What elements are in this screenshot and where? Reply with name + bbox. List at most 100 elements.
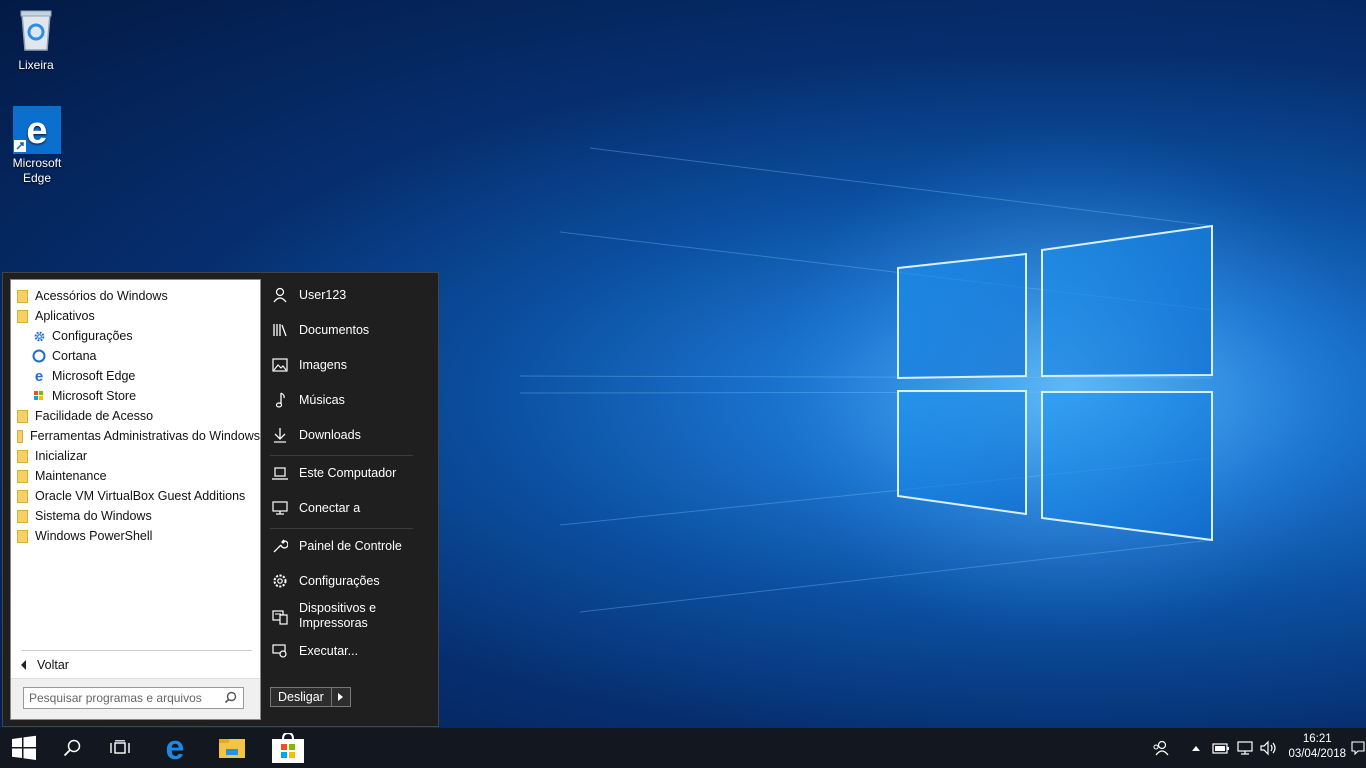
program-item-virtualbox[interactable]: Oracle VM VirtualBox Guest Additions (11, 486, 260, 506)
start-item-executar[interactable]: Executar... (270, 641, 420, 661)
music-icon (270, 390, 290, 410)
program-item-acessorios[interactable]: Acessórios do Windows (11, 286, 260, 306)
programs-panel: Acessórios do Windows Aplicativos Config… (10, 279, 261, 720)
back-arrow-icon (21, 660, 26, 670)
desktop-icon-edge[interactable]: e Microsoft Edge (2, 106, 72, 186)
folder-icon (17, 509, 28, 523)
back-button[interactable]: Voltar (21, 658, 69, 672)
search-area: Pesquisar programas e arquivos (11, 678, 260, 719)
shutdown-group: Desligar (270, 687, 351, 707)
start-item-dispositivos[interactable]: Dispositivos e Impressoras (270, 601, 420, 631)
program-item-cortana[interactable]: Cortana (11, 346, 260, 366)
shutdown-button[interactable]: Desligar (270, 687, 332, 707)
battery-icon (1212, 743, 1229, 754)
laptop-icon (270, 463, 290, 483)
download-icon (270, 425, 290, 445)
store-icon (272, 733, 304, 763)
desktop-icon-label: Lixeira (18, 58, 54, 72)
windows-logo-icon (12, 735, 36, 760)
folder-icon (17, 309, 28, 323)
desktop-icon-label: Microsoft Edge (12, 156, 62, 185)
store-icon (32, 389, 46, 403)
start-item-dispositivos-label: Dispositivos e Impressoras (299, 601, 377, 630)
clock-time: 16:21 (1302, 733, 1332, 745)
program-item-sistema[interactable]: Sistema do Windows (11, 506, 260, 526)
tray-battery-button[interactable] (1210, 728, 1232, 768)
search-input[interactable]: Pesquisar programas e arquivos (23, 687, 244, 709)
start-item-downloads[interactable]: Downloads (270, 425, 420, 445)
start-menu: Acessórios do Windows Aplicativos Config… (2, 272, 439, 727)
folder-icon (17, 449, 28, 463)
action-center-button[interactable] (1350, 728, 1366, 768)
network-icon (1237, 741, 1253, 755)
divider (270, 528, 413, 529)
recycle-bin-icon (1, 8, 71, 56)
program-item-store[interactable]: Microsoft Store (11, 386, 260, 406)
program-item-inicializar[interactable]: Inicializar (11, 446, 260, 466)
chevron-right-icon (338, 693, 344, 701)
gear-icon (270, 571, 290, 591)
start-item-conectar[interactable]: Conectar a (270, 498, 420, 518)
cortana-icon (32, 349, 46, 363)
shutdown-options-button[interactable] (331, 687, 351, 707)
books-icon (270, 320, 290, 340)
divider (21, 650, 252, 651)
program-item-maintenance[interactable]: Maintenance (11, 466, 260, 486)
folder-icon (17, 289, 28, 303)
clock[interactable]: 16:21 03/04/2018 (1288, 732, 1346, 762)
desktop-icon-recycle-bin[interactable]: Lixeira (1, 8, 71, 73)
start-item-musicas[interactable]: Músicas (270, 390, 420, 410)
search-icon (63, 739, 81, 757)
wrench-icon (270, 536, 290, 556)
volume-icon (1260, 740, 1276, 756)
tray-volume-button[interactable] (1258, 728, 1280, 768)
program-item-edge[interactable]: e Microsoft Edge (11, 366, 260, 386)
task-view-icon (110, 740, 130, 754)
printer-icon (270, 607, 290, 627)
start-item-este-computador[interactable]: Este Computador (270, 463, 420, 483)
edge-icon: e (32, 369, 46, 383)
program-item-facilidade[interactable]: Facilidade de Acesso (11, 406, 260, 426)
people-icon (1153, 740, 1169, 756)
taskbar-file-explorer-button[interactable] (208, 728, 256, 768)
notification-icon (1351, 741, 1365, 755)
program-item-aplicativos[interactable]: Aplicativos (11, 306, 260, 326)
taskbar-store-button[interactable] (264, 728, 312, 768)
run-icon (270, 641, 290, 661)
start-item-configuracoes[interactable]: Configurações (270, 571, 420, 591)
image-icon (270, 355, 290, 375)
file-explorer-icon (219, 739, 245, 758)
task-view-button[interactable] (96, 728, 144, 768)
people-button[interactable] (1148, 728, 1174, 768)
edge-icon: e (13, 106, 61, 154)
gear-icon (32, 329, 46, 343)
folder-icon (17, 429, 24, 443)
svg-text:e: e (35, 369, 43, 383)
taskbar-search-button[interactable] (48, 728, 96, 768)
programs-list: Acessórios do Windows Aplicativos Config… (11, 286, 260, 546)
chevron-up-icon (1192, 746, 1200, 751)
folder-icon (17, 409, 28, 423)
divider (270, 455, 413, 456)
folder-icon (17, 529, 28, 543)
edge-icon: e (166, 733, 185, 763)
folder-icon (17, 469, 28, 483)
folder-icon (17, 489, 28, 503)
program-item-powershell[interactable]: Windows PowerShell (11, 526, 260, 546)
start-button[interactable] (0, 728, 48, 768)
show-hidden-icons-button[interactable] (1186, 728, 1206, 768)
program-item-configuracoes[interactable]: Configurações (11, 326, 260, 346)
clock-date: 03/04/2018 (1288, 748, 1346, 760)
svg-text:e: e (166, 733, 185, 763)
search-icon (224, 691, 237, 707)
start-item-documentos[interactable]: Documentos (270, 320, 420, 340)
svg-text:e: e (26, 110, 47, 152)
start-item-user[interactable]: User123 (270, 285, 420, 305)
taskbar-edge-button[interactable]: e (151, 728, 199, 768)
start-item-painel-controle[interactable]: Painel de Controle (270, 536, 420, 556)
user-icon (270, 285, 290, 305)
taskbar: e 16:21 03/04/2018 (0, 728, 1366, 768)
program-item-ferramentas[interactable]: Ferramentas Administrativas do Windows (11, 426, 260, 446)
tray-network-button[interactable] (1234, 728, 1256, 768)
start-item-imagens[interactable]: Imagens (270, 355, 420, 375)
